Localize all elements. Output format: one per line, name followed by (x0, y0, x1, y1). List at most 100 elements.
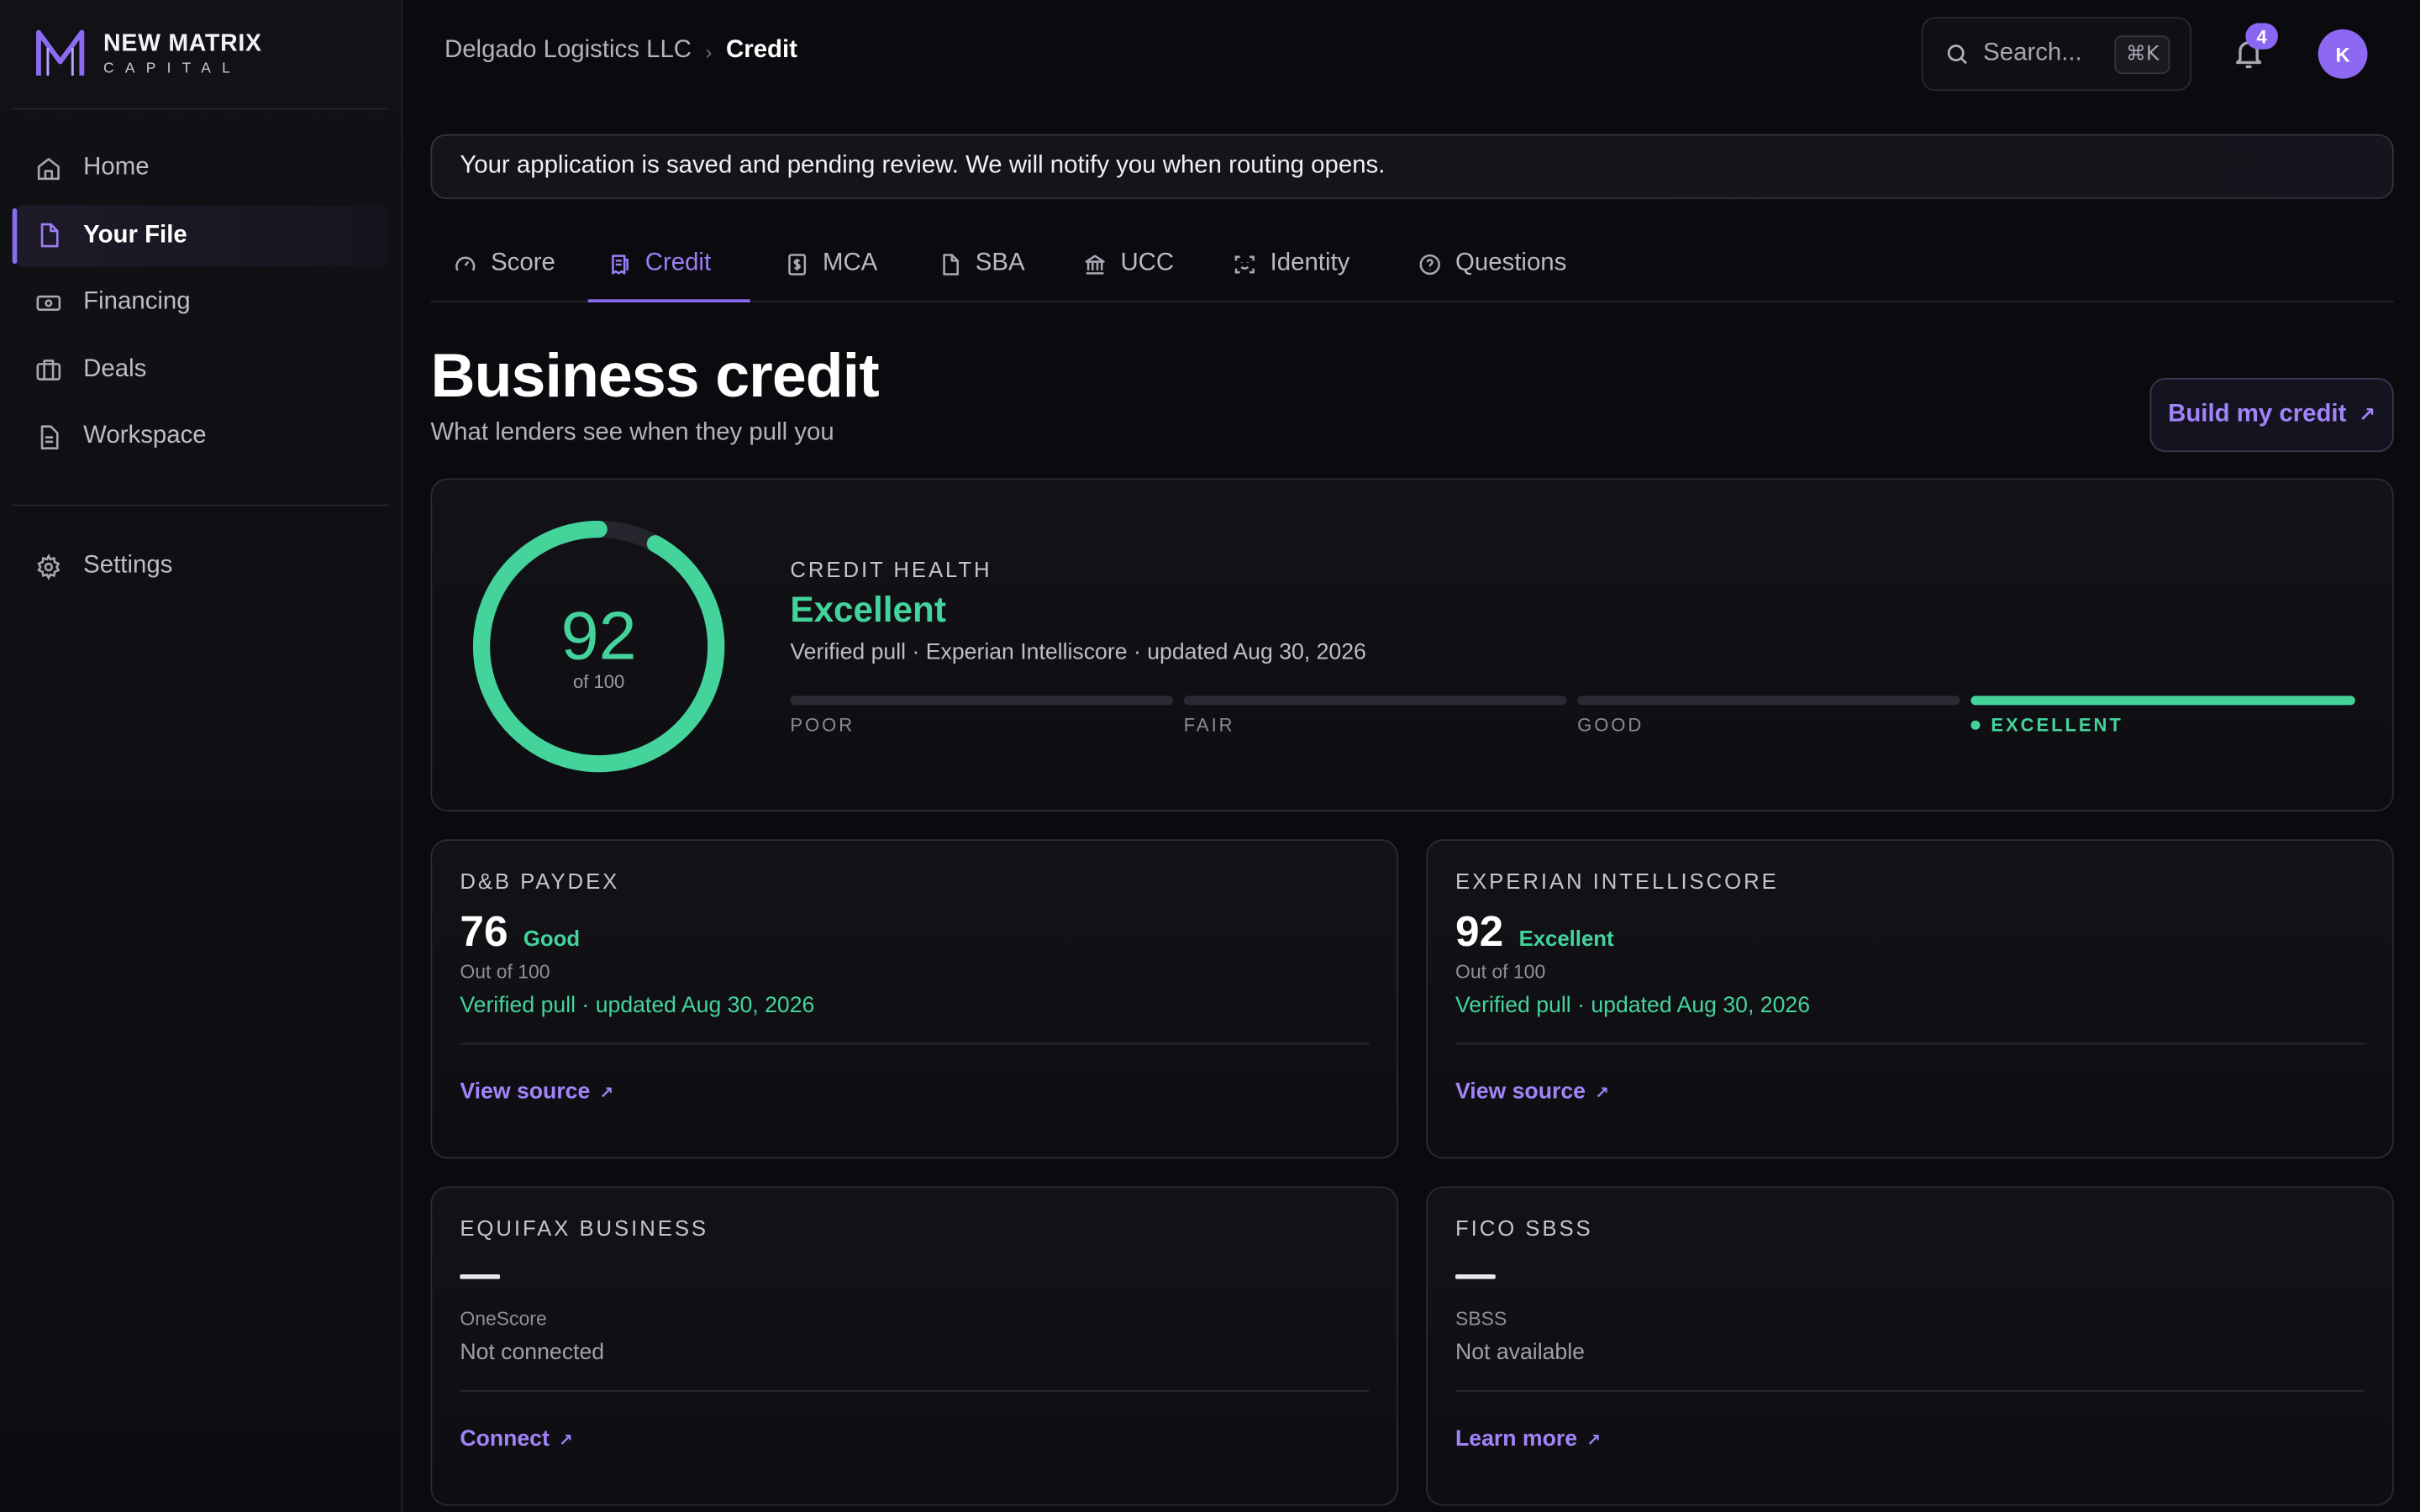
brand-name: NEW MATRIX (103, 29, 262, 57)
score-value: 92 (1455, 906, 1504, 955)
scale-label-excellent: EXCELLENT (1970, 714, 2123, 736)
tab-identity[interactable]: Identity (1213, 227, 1369, 301)
status-notice: Your application is saved and pending re… (430, 134, 2394, 199)
tab-label: SBA (975, 249, 1025, 276)
sidebar: NEW MATRIX CAPITAL Home Your File Financ… (0, 0, 403, 1512)
breadcrumb-current: Credit (726, 37, 797, 64)
tab-label: Identity (1270, 249, 1350, 276)
scan-face-icon (1232, 251, 1256, 276)
credit-health-grade: Excellent (790, 589, 946, 630)
sidebar-item-your-file[interactable]: Your File (12, 204, 389, 266)
briefcase-icon (34, 355, 61, 383)
credit-scale: POOR FAIR GOOD EXCELLENT (790, 696, 2355, 742)
chevron-right-icon: › (705, 39, 713, 63)
brand[interactable]: NEW MATRIX CAPITAL (34, 28, 261, 80)
page-subtitle: What lenders see when they pull you (430, 419, 834, 446)
sidebar-footer-nav: Settings (13, 535, 389, 602)
build-my-credit-button[interactable]: Build my credit ↗ (2149, 377, 2394, 453)
arrow-up-right-icon: ↗ (558, 1431, 573, 1451)
sidebar-divider (12, 504, 389, 507)
card-divider (460, 1042, 1370, 1045)
sidebar-divider (12, 108, 389, 110)
view-source-link[interactable]: View source ↗ (460, 1080, 613, 1105)
tab-ucc[interactable]: UCC (1063, 227, 1192, 301)
credit-health-meta: Verified pull · Experian Intelliscore · … (790, 640, 1366, 665)
document-icon (34, 423, 61, 450)
tab-mca[interactable]: MCA (765, 227, 896, 301)
score-row: 76 Good (460, 907, 580, 957)
avatar[interactable]: K (2317, 29, 2368, 79)
connect-link[interactable]: Connect ↗ (460, 1427, 572, 1452)
arrow-up-right-icon: ↗ (1594, 1084, 1609, 1104)
search-shortcut-hint: ⌘K (2115, 35, 2170, 75)
sidebar-item-workspace[interactable]: Workspace (13, 406, 389, 467)
dnb-paydex-card: D&B PAYDEX 76 Good Out of 100 Verified p… (430, 839, 1399, 1159)
home-icon (34, 155, 61, 182)
file-icon (34, 222, 61, 249)
card-divider (460, 1389, 1370, 1392)
card-title: EXPERIAN INTELLISCORE (1455, 869, 1779, 894)
fico-sbss-card: FICO SBSS SBSS Not available Learn more ↗ (1426, 1186, 2394, 1506)
sidebar-item-label: Settings (83, 552, 173, 579)
sidebar-item-label: Deals (83, 355, 147, 382)
scale-segment-excellent (1970, 696, 2355, 706)
bank-icon (1082, 251, 1107, 276)
sidebar-item-settings[interactable]: Settings (13, 535, 389, 596)
link-label: Connect (460, 1426, 550, 1452)
notification-count-badge: 4 (2245, 23, 2278, 50)
score-meta: Verified pull · updated Aug 30, 2026 (460, 993, 815, 1019)
banknote-icon (34, 288, 61, 316)
tab-label: Questions (1455, 249, 1567, 276)
tab-label: UCC (1120, 249, 1175, 276)
scale-segment-poor (790, 696, 1173, 706)
scale-label-poor: POOR (790, 714, 855, 737)
learn-more-link[interactable]: Learn more ↗ (1455, 1427, 1601, 1452)
active-dot-icon (1970, 720, 1981, 730)
sidebar-nav: Home Your File Financing Deals Workspace (12, 137, 389, 472)
sidebar-item-label: Financing (83, 288, 191, 315)
link-label: View source (1455, 1079, 1586, 1105)
scale-label-fair: FAIR (1183, 714, 1235, 737)
tab-questions[interactable]: Questions (1398, 227, 1585, 301)
tab-bar: Score Credit MCA SBA UCC Identity Questi… (430, 227, 2394, 302)
credit-health-label: CREDIT HEALTH (790, 557, 992, 582)
score-type: OneScore (460, 1308, 547, 1331)
card-divider (1455, 1042, 2365, 1045)
sidebar-item-label: Workspace (83, 423, 207, 449)
score-grade: Excellent (1518, 926, 1614, 951)
scale-segment-good (1577, 696, 1960, 706)
connection-status: Not connected (460, 1341, 605, 1366)
availability-status: Not available (1455, 1341, 1585, 1366)
score-type: SBSS (1455, 1308, 1507, 1331)
sidebar-item-home[interactable]: Home (13, 137, 389, 198)
breadcrumb: Delgado Logistics LLC › Credit (445, 37, 797, 65)
sidebar-item-label: Home (83, 154, 150, 181)
help-circle-icon (1417, 251, 1441, 276)
tab-label: Score (491, 249, 555, 276)
dollar-doc-icon (784, 251, 808, 276)
empty-score-dash (460, 1274, 501, 1279)
sidebar-item-deals[interactable]: Deals (13, 339, 389, 400)
search-input[interactable]: Search... ⌘K (1921, 17, 2192, 92)
score-value: 76 (460, 906, 508, 955)
card-divider (1455, 1389, 2365, 1392)
view-source-link[interactable]: View source ↗ (1455, 1080, 1609, 1105)
sidebar-item-financing[interactable]: Financing (13, 271, 389, 333)
score-scale: Out of 100 (460, 961, 550, 983)
arrow-up-right-icon: ↗ (2359, 402, 2376, 426)
empty-score-dash (1455, 1274, 1496, 1279)
tab-credit[interactable]: Credit (587, 227, 750, 302)
sidebar-item-label: Your File (83, 221, 187, 248)
page-title: Business credit (430, 342, 879, 411)
equifax-business-card: EQUIFAX BUSINESS OneScore Not connected … (430, 1186, 1399, 1506)
tab-sba[interactable]: SBA (918, 227, 1044, 301)
score-grade: Good (523, 926, 581, 951)
tab-label: MCA (822, 249, 878, 276)
breadcrumb-company[interactable]: Delgado Logistics LLC (445, 37, 692, 65)
scale-label-good: GOOD (1577, 714, 1644, 737)
tab-score[interactable]: Score (434, 227, 574, 301)
arrow-up-right-icon: ↗ (599, 1084, 614, 1104)
credit-score-max: of 100 (572, 670, 625, 693)
link-label: View source (460, 1079, 591, 1105)
score-meta: Verified pull · updated Aug 30, 2026 (1455, 993, 1811, 1019)
